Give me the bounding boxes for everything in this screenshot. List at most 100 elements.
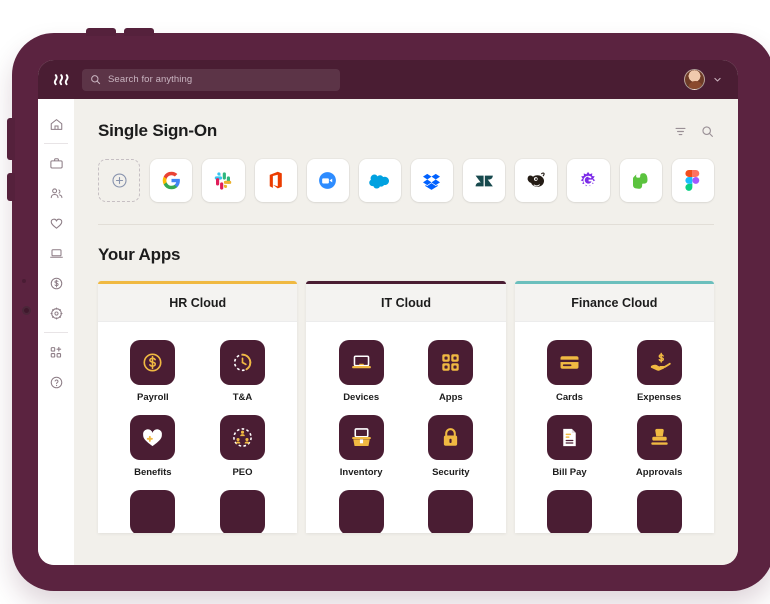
app-tile-benefits[interactable]: Benefits [130,415,176,478]
slack-logo [215,171,232,190]
app-tile-ta[interactable]: T&A [219,340,265,403]
sidebar-item-devices[interactable] [38,238,74,268]
app-grid-it: Devices Apps Inventory Security [306,322,505,533]
sidebar-item-finance[interactable] [38,268,74,298]
sso-dropbox[interactable] [410,159,454,202]
card-header-finance: Finance Cloud [514,284,714,322]
sidebar-item-help[interactable] [38,367,74,397]
app-tile-apps[interactable]: Apps [428,340,474,403]
global-search-input[interactable]: Search for anything [82,68,340,91]
sidebar-item-benefits[interactable] [38,208,74,238]
sidebar-item-settings[interactable] [38,298,74,328]
app-tile-hr-extra-2[interactable] [219,490,265,533]
app-grid-hr: Payroll T&A Benefits PEO [98,322,297,533]
sso-slack[interactable] [202,159,245,202]
card-finance-cloud: Finance Cloud Cards Expenses Bill Pay Ap… [514,281,714,533]
left-sidebar [38,99,74,565]
devices-icon-box [338,340,384,385]
sidebar-item-people[interactable] [38,178,74,208]
card-title-it: IT Cloud [380,295,431,310]
home-icon [50,118,62,130]
google-logo [162,171,180,190]
app-tile-finance-extra-2[interactable] [636,490,682,533]
app-label-ta: T&A [232,392,253,403]
sso-evernote[interactable] [619,159,662,202]
sidebar-item-work[interactable] [38,148,74,178]
padlock-icon [444,428,458,446]
app-tile-expenses[interactable]: Expenses [636,340,682,403]
app-tile-payroll[interactable]: Payroll [130,340,176,403]
app-tile-approvals[interactable]: Approvals [636,415,682,478]
credit-card-icon [560,356,579,369]
hr-extra-2-icon-box [219,490,265,533]
app-tile-it-extra-1[interactable] [338,490,384,533]
app-label-devices: Devices [343,392,380,403]
sidebar-divider-top [44,143,68,144]
sso-mailchimp[interactable] [515,159,558,202]
app-label-cards: Cards [556,392,583,403]
hand-dollar-icon [650,352,671,371]
rippling-logo[interactable] [52,69,74,91]
invoice-icon [563,428,576,447]
sso-zendesk[interactable] [463,159,506,202]
filter-icon[interactable] [674,125,687,138]
tablet-volume-button[interactable] [7,118,15,160]
cards-icon-box [546,340,592,385]
sidebar-item-add-apps[interactable] [38,337,74,367]
user-avatar[interactable] [684,69,705,90]
sidebar-item-home[interactable] [38,109,74,139]
app-tile-billpay[interactable]: Bill Pay [546,415,592,478]
tablet-top-button-2[interactable] [124,28,154,36]
payroll-icon-box [130,340,176,385]
finance-extra-2-icon-box [636,490,682,533]
search-icon[interactable] [701,125,714,138]
evernote-logo [632,172,648,189]
app-topbar: Search for anything [38,60,738,99]
figma-logo [685,170,700,191]
app-label-peo: PEO [232,467,253,478]
zendesk-logo [475,175,494,186]
sso-header-tools [674,125,714,138]
expenses-icon-box [636,340,682,385]
inventory-icon-box [338,415,384,460]
card-hr-cloud: HR Cloud Payroll T&A Benefits PEO [98,281,298,533]
sso-salesforce[interactable] [358,159,401,202]
app-tile-hr-extra-1[interactable] [130,490,176,533]
app-tile-finance-extra-1[interactable] [546,490,592,533]
sso-starburst[interactable] [567,159,610,202]
tablet-top-button-1[interactable] [86,28,116,36]
tablet-power-button[interactable] [7,173,15,201]
tablet-screen: Search for anything Single Sign-On Your … [38,60,738,565]
heart-icon [50,218,62,229]
chevron-down-icon[interactable] [713,75,722,84]
plus-circle-icon [112,173,127,188]
section-divider [98,224,714,225]
hr-extra-1-icon-box [130,490,176,533]
mailchimp-logo [527,172,545,187]
app-label-apps: Apps [438,392,463,403]
app-tile-inventory[interactable]: Inventory [338,415,384,478]
card-title-finance: Finance Cloud [571,295,658,310]
app-label-benefits: Benefits [134,467,172,478]
people-icon [50,187,62,198]
sso-zoom[interactable] [306,159,349,202]
app-tile-cards[interactable]: Cards [546,340,592,403]
app-tile-peo[interactable]: PEO [219,415,265,478]
benefits-icon-box [130,415,176,460]
app-tile-it-extra-2[interactable] [428,490,474,533]
sidebar-divider-bottom [44,332,68,333]
dropbox-logo [423,173,441,190]
sso-google[interactable] [150,159,193,202]
app-tile-security[interactable]: Security [428,415,474,478]
apps-icon-box [428,340,474,385]
app-tile-devices[interactable]: Devices [338,340,384,403]
salesforce-logo [369,174,390,189]
peo-icon-box [219,415,265,460]
add-apps-icon [50,346,61,358]
add-sso-app[interactable] [98,159,141,202]
dollar-circle-icon [143,353,162,372]
sso-office[interactable] [254,159,297,202]
sso-figma[interactable] [671,159,714,202]
sso-app-row [98,159,714,202]
tablet-device-frame: Search for anything Single Sign-On Your … [7,28,770,591]
